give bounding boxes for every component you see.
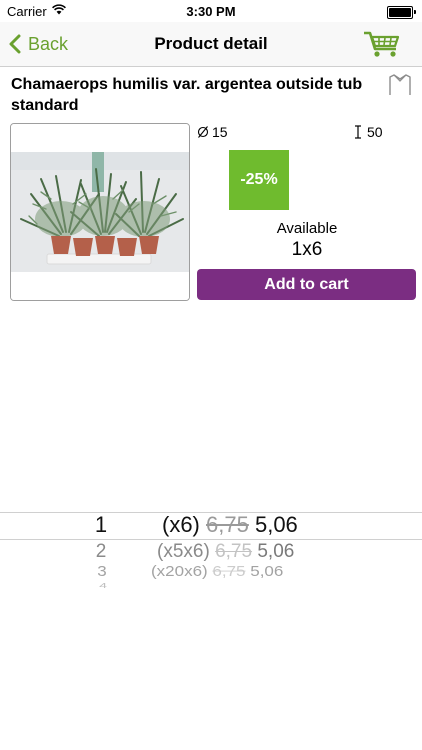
pot-diameter-value: 15 bbox=[212, 124, 228, 140]
add-to-cart-button[interactable]: Add to cart bbox=[197, 269, 416, 300]
pot-diameter: 15 bbox=[197, 124, 228, 140]
picker-row-3[interactable]: 3 (x20x6) 6,75 5,06 bbox=[0, 563, 422, 580]
status-time: 3:30 PM bbox=[186, 4, 236, 19]
availability-value: 1x6 bbox=[291, 239, 323, 260]
shopping-cart-icon[interactable] bbox=[362, 29, 402, 59]
discount-badge: -25% bbox=[229, 150, 289, 210]
status-bar: Carrier 3:30 PM bbox=[0, 0, 422, 22]
picker-new-price: 5,06 bbox=[254, 512, 298, 537]
navigation-bar: Back Product detail bbox=[0, 22, 422, 67]
picker-qty: 2 bbox=[95, 541, 107, 562]
plant-height: 50 bbox=[352, 124, 383, 140]
picker-row-2[interactable]: 2 (x5x6) 6,75 5,06 bbox=[0, 541, 422, 563]
picker-old-price: 6,75 bbox=[206, 512, 249, 537]
product-image[interactable] bbox=[10, 123, 190, 301]
picker-old-price: 6,75 bbox=[215, 541, 253, 562]
bookmark-icon[interactable] bbox=[388, 74, 412, 96]
picker-old-price: 6,75 bbox=[212, 563, 246, 580]
battery-icon bbox=[387, 6, 416, 19]
plant-height-value: 50 bbox=[367, 124, 383, 140]
availability-label: Available bbox=[276, 220, 338, 237]
product-title: Chamaerops humilis var. argentea outside… bbox=[11, 76, 363, 114]
picker-qty: 4 bbox=[99, 581, 107, 590]
picker-new-price: 5,06 bbox=[250, 563, 284, 580]
picker-row-1[interactable]: 1 (x6) 6,75 5,06 bbox=[0, 512, 422, 540]
picker-unit: (x5x6) bbox=[157, 541, 210, 562]
picker-unit: (x20x6) bbox=[151, 563, 208, 580]
picker-qty: 1 bbox=[94, 512, 108, 537]
height-icon bbox=[355, 125, 361, 139]
picker-unit: (x6) bbox=[162, 512, 200, 537]
page-title: Product detail bbox=[154, 34, 268, 53]
picker-price: (x5x6) 6,75 5,06 bbox=[157, 541, 294, 563]
picker-price: (x6) 6,75 5,06 bbox=[162, 512, 298, 538]
picker-row-4[interactable]: 4 bbox=[0, 581, 422, 590]
picker-price: (x20x6) 6,75 5,06 bbox=[151, 563, 283, 580]
diameter-icon bbox=[197, 126, 209, 138]
picker-new-price: 5,06 bbox=[257, 541, 295, 562]
picker-qty: 3 bbox=[97, 563, 107, 580]
palm-plant-image bbox=[11, 124, 189, 300]
